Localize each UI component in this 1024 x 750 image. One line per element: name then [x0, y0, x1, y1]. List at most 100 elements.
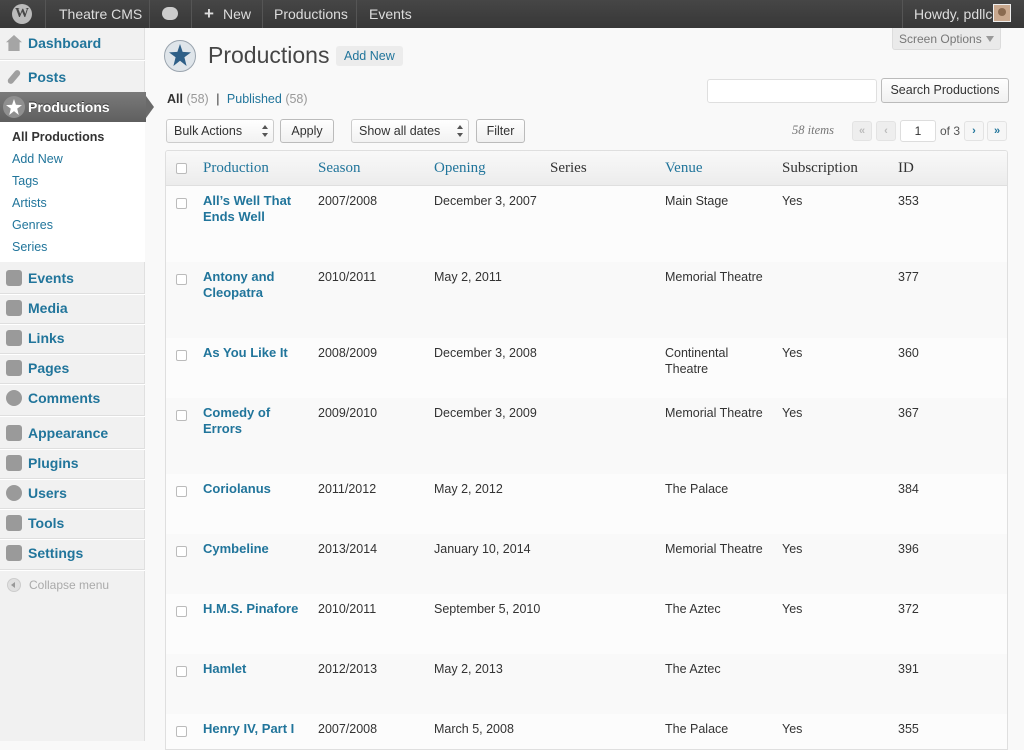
table-cell-id: 360	[898, 346, 919, 360]
table-row: As You Like It 2008/2009 December 3, 2008 C…	[166, 338, 1007, 399]
sidebar-item-label: Appearance	[28, 425, 109, 441]
sidebar-item-comments[interactable]: Comments	[0, 383, 145, 413]
sidebar-item-dashboard[interactable]: Dashboard	[0, 28, 145, 58]
table-cell-production[interactable]: H.M.S. Pinafore	[203, 601, 308, 617]
new-content-link[interactable]: New	[223, 0, 251, 28]
filter-button[interactable]: Filter	[476, 119, 525, 143]
appearance-icon	[6, 425, 22, 441]
media-icon	[6, 300, 22, 316]
sidebar-item-tools[interactable]: Tools	[0, 508, 145, 538]
comments-bubble-icon[interactable]	[162, 7, 178, 20]
events-link[interactable]: Events	[369, 0, 412, 28]
sidebar-item-events[interactable]: Events	[0, 263, 145, 293]
row-checkbox[interactable]	[176, 606, 187, 617]
collapse-arrow-icon[interactable]	[7, 578, 21, 592]
table-cell-production[interactable]: Cymbeline	[203, 541, 308, 557]
next-page-button[interactable]: ›	[964, 121, 984, 141]
apply-button[interactable]: Apply	[280, 119, 334, 143]
submenu-series[interactable]: Series	[12, 240, 47, 254]
sidebar-item-links[interactable]: Links	[0, 323, 145, 353]
column-series: Series	[550, 160, 587, 176]
column-opening[interactable]: Opening	[434, 160, 486, 177]
table-cell-production[interactable]: Comedy of Errors	[203, 405, 308, 437]
table-cell-opening: December 3, 2008	[434, 346, 537, 360]
submenu-tags[interactable]: Tags	[12, 174, 38, 188]
sidebar-item-plugins[interactable]: Plugins	[0, 448, 145, 478]
table-cell-season: 2010/2011	[318, 270, 377, 284]
table-cell-production[interactable]: Hamlet	[203, 661, 308, 677]
search-input[interactable]	[707, 79, 877, 103]
total-pages: of 3	[940, 124, 961, 138]
row-checkbox[interactable]	[176, 486, 187, 497]
sidebar-item-users[interactable]: Users	[0, 478, 145, 508]
productions-link[interactable]: Productions	[274, 0, 348, 28]
submenu-add-new[interactable]: Add New	[12, 152, 63, 166]
column-subscription: Subscription	[782, 160, 858, 176]
submenu-all-productions[interactable]: All Productions	[12, 130, 104, 144]
table-cell-season: 2010/2011	[318, 602, 377, 616]
howdy-account-link[interactable]: Howdy, pdllc	[914, 0, 992, 28]
table-cell-subscription: Yes	[782, 346, 803, 360]
table-cell-season: 2007/2008	[318, 194, 378, 208]
sidebar-item-productions[interactable]: Productions	[0, 92, 154, 122]
row-checkbox[interactable]	[176, 198, 187, 209]
table-cell-venue: Main Stage	[665, 194, 729, 208]
table-cell-production[interactable]: All’s Well That Ends Well	[203, 193, 308, 225]
bulk-actions-select[interactable]: Bulk Actions	[166, 119, 274, 143]
row-checkbox[interactable]	[176, 274, 187, 285]
table-cell-venue: Memorial Theatre	[665, 542, 763, 556]
sidebar-item-media[interactable]: Media	[0, 293, 145, 323]
plugins-icon	[6, 455, 22, 471]
table-cell-season: 2011/2012	[318, 482, 377, 496]
column-season[interactable]: Season	[318, 160, 361, 177]
sidebar-item-pages[interactable]: Pages	[0, 353, 145, 383]
add-new-button[interactable]: Add New	[336, 46, 403, 66]
last-page-button[interactable]: »	[987, 121, 1007, 141]
date-filter-select[interactable]: Show all dates	[351, 119, 469, 143]
select-all-checkbox[interactable]	[176, 163, 187, 174]
divider	[0, 569, 145, 571]
table-row: Comedy of Errors 2009/2010 December 3, 200…	[166, 398, 1007, 475]
submenu-artists[interactable]: Artists	[12, 196, 47, 210]
table-row: Henry IV, Part I 2007/2008 March 5, 2008 Th…	[166, 714, 1007, 749]
star-icon	[6, 99, 22, 115]
wordpress-logo-icon[interactable]: W	[12, 4, 32, 24]
productions-submenu: All Productions Add New Tags Artists Gen…	[0, 122, 145, 262]
column-venue[interactable]: Venue	[665, 160, 703, 177]
submenu-genres[interactable]: Genres	[12, 218, 53, 232]
table-cell-production[interactable]: Henry IV, Part I	[203, 721, 308, 737]
row-checkbox[interactable]	[176, 666, 187, 677]
column-production[interactable]: Production	[203, 160, 269, 177]
table-cell-subscription: Yes	[782, 542, 803, 556]
table-cell-production[interactable]: Coriolanus	[203, 481, 308, 497]
sidebar-item-label: Events	[28, 270, 74, 286]
table-cell-season: 2013/2014	[318, 542, 378, 556]
divider	[45, 0, 46, 28]
avatar[interactable]	[993, 4, 1011, 22]
table-cell-production[interactable]: Antony and Cleopatra	[203, 269, 308, 301]
search-productions-button[interactable]: Search Productions	[881, 78, 1009, 103]
status-filter-links: All (58) | Published (58)	[167, 92, 308, 106]
divider	[0, 59, 145, 61]
first-page-button[interactable]: «	[852, 121, 872, 141]
row-checkbox[interactable]	[176, 546, 187, 557]
sidebar-item-posts[interactable]: Posts	[0, 62, 145, 92]
row-checkbox[interactable]	[176, 410, 187, 421]
sidebar-item-appearance[interactable]: Appearance	[0, 418, 145, 448]
table-cell-venue: Continental Theatre	[665, 346, 729, 376]
current-page-input[interactable]	[900, 120, 936, 142]
table-row: H.M.S. Pinafore 2010/2011 September 5, 201…	[166, 594, 1007, 655]
sidebar-item-settings[interactable]: Settings	[0, 538, 145, 568]
row-checkbox[interactable]	[176, 350, 187, 361]
table-cell-id: 384	[898, 482, 919, 496]
sidebar-item-label: Dashboard	[28, 35, 102, 51]
screen-options-button[interactable]: Screen Options	[892, 28, 1001, 50]
row-checkbox[interactable]	[176, 726, 187, 737]
site-name-link[interactable]: Theatre CMS	[59, 0, 142, 28]
collapse-menu-button[interactable]: Collapse menu	[29, 578, 109, 592]
view-published-link[interactable]: Published	[227, 92, 282, 106]
table-cell-season: 2007/2008	[318, 722, 378, 736]
prev-page-button[interactable]: ‹	[876, 121, 896, 141]
view-all-link[interactable]: All	[167, 92, 183, 106]
table-cell-production[interactable]: As You Like It	[203, 345, 308, 361]
